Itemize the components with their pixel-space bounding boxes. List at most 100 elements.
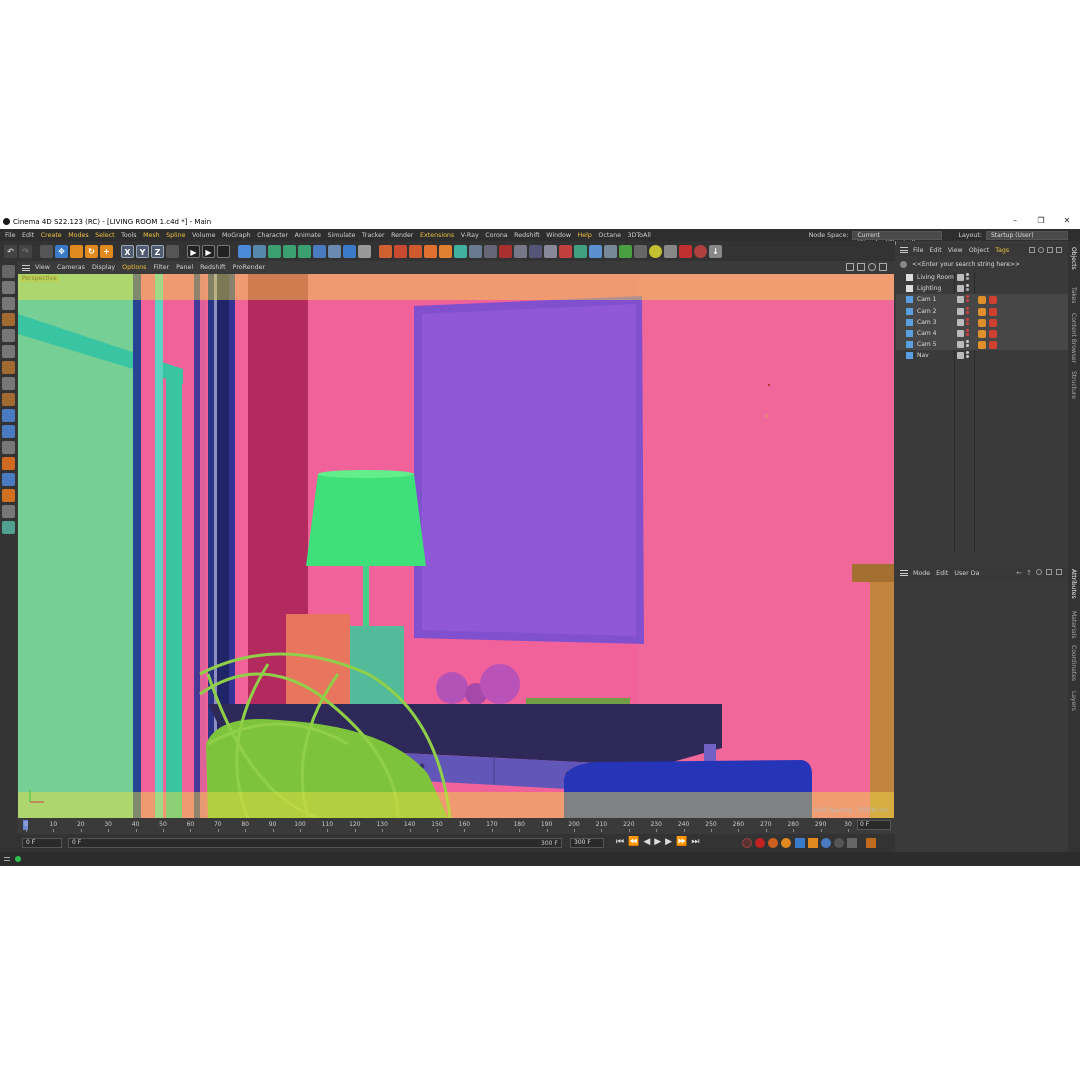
tab-content-browser[interactable]: Content Browser — [1070, 313, 1077, 363]
pen-spline-icon[interactable] — [253, 244, 266, 258]
visibility-toggle[interactable] — [957, 274, 964, 281]
object-row[interactable]: Nav — [896, 350, 1068, 361]
cube-icon[interactable] — [238, 244, 251, 258]
visibility-toggle[interactable] — [957, 341, 964, 349]
vray-camera-tag-icon[interactable] — [978, 341, 986, 350]
menu-modes[interactable]: Modes — [68, 232, 88, 239]
attr-menu-mode[interactable]: Mode — [913, 570, 930, 577]
menu-vray[interactable]: V-Ray — [461, 232, 479, 239]
vray-light-icon[interactable] — [409, 244, 422, 258]
back-arrow-icon[interactable]: ← — [1016, 569, 1022, 577]
om-menu-tags[interactable]: Tags — [995, 247, 1009, 254]
vray-camera-tag-icon[interactable] — [978, 318, 986, 327]
menu-mesh[interactable]: Mesh — [143, 232, 160, 239]
viewport-menu-cameras[interactable]: Cameras — [57, 264, 85, 271]
texture-mode-icon[interactable] — [2, 297, 15, 310]
tab-structure[interactable]: Structure — [1070, 371, 1077, 399]
octane-icon[interactable] — [454, 244, 467, 258]
key-scale-icon[interactable] — [808, 838, 818, 848]
render-dots[interactable] — [966, 273, 970, 282]
attr-lock-icon[interactable] — [1046, 569, 1052, 575]
3dtoall-icon[interactable] — [649, 244, 662, 258]
record-icon[interactable] — [694, 244, 707, 258]
layer-icon[interactable] — [2, 473, 15, 486]
menu-3dtoall[interactable]: 3DToAll — [628, 232, 651, 239]
rotate-tool-icon[interactable]: ↻ — [85, 244, 98, 258]
object-search-field[interactable]: <<Enter your search string here>> — [896, 260, 1068, 270]
vray-camera-tag-icon[interactable] — [978, 296, 986, 305]
om-menu-view[interactable]: View — [948, 247, 963, 254]
redshift-camera-tag-icon[interactable] — [989, 318, 997, 327]
cloner-icon[interactable] — [283, 244, 296, 258]
render-region-icon[interactable] — [514, 244, 527, 258]
scene-icon[interactable] — [664, 244, 677, 258]
attr-menu-edit[interactable]: Edit — [936, 570, 948, 577]
viewport-menu-filter[interactable]: Filter — [153, 264, 169, 271]
end-frame-field[interactable]: 300 F — [570, 838, 604, 848]
tab-attributes[interactable]: Attributes — [1070, 569, 1077, 599]
uv-mode-icon[interactable] — [2, 377, 15, 390]
redshift-camera-tag-icon[interactable] — [989, 329, 997, 338]
menu-edit[interactable]: Edit — [22, 232, 34, 239]
menu-corona[interactable]: Corona — [485, 232, 507, 239]
om-filter-icon[interactable] — [1038, 247, 1044, 253]
menu-tools[interactable]: Tools — [121, 232, 137, 239]
om-menu-object[interactable]: Object — [969, 247, 990, 254]
vray-icon[interactable] — [379, 244, 392, 258]
viewport-rotate-icon[interactable] — [868, 263, 876, 271]
redshift-camera-tag-icon[interactable] — [989, 307, 997, 316]
sky-icon[interactable] — [619, 244, 632, 258]
solo-icon[interactable] — [2, 441, 15, 454]
undo-icon[interactable]: ↶ — [4, 244, 17, 258]
menu-volume[interactable]: Volume — [192, 232, 215, 239]
om-search-icon[interactable] — [1029, 247, 1035, 253]
visibility-toggle[interactable] — [957, 318, 964, 326]
viewport-menu-redshift[interactable]: Redshift — [200, 264, 226, 271]
make-editable-icon[interactable] — [2, 265, 15, 278]
redshift-material-icon[interactable] — [574, 244, 587, 258]
om-new-window-icon[interactable] — [1056, 247, 1062, 253]
om-menu-edit[interactable]: Edit — [930, 247, 942, 254]
object-row[interactable]: Cam 3 — [896, 316, 1068, 328]
paint-icon[interactable] — [2, 521, 15, 534]
texture-icon[interactable] — [529, 244, 542, 258]
attr-new-window-icon[interactable] — [1056, 569, 1062, 575]
om-lock-icon[interactable] — [1047, 247, 1053, 253]
field-icon[interactable] — [313, 244, 326, 258]
viewport-menu-view[interactable]: View — [35, 264, 50, 271]
3d-viewport[interactable]: Perspective Grid Spacing : 10000 cm — [18, 274, 894, 818]
timeline-ruler[interactable]: 0 F 0 10 20 30 40 50 60 70 80 90 100 110 120 130 140 15… — [18, 818, 895, 832]
tab-objects[interactable]: Objects — [1070, 247, 1077, 270]
previous-frame-icon[interactable]: ◀ — [643, 837, 650, 847]
object-row[interactable]: Cam 1 — [896, 294, 1068, 306]
render-dots[interactable] — [966, 284, 970, 293]
sculpt-icon[interactable] — [2, 489, 15, 502]
viewport-maximize-icon[interactable] — [879, 263, 887, 271]
environment-icon[interactable] — [604, 244, 617, 258]
snap-icon[interactable] — [2, 425, 15, 438]
menu-tracker[interactable]: Tracker — [362, 232, 385, 239]
attr-menu-user-data[interactable]: User Da — [954, 570, 979, 577]
preview-range-slider[interactable]: 0 F — [68, 838, 562, 848]
move-tool-icon[interactable]: ✥ — [55, 244, 68, 258]
material-icon[interactable] — [469, 244, 482, 258]
previous-key-icon[interactable]: ⏪ — [628, 837, 639, 847]
autokey-off-icon[interactable] — [742, 838, 752, 848]
object-row[interactable]: Cam 2 — [896, 305, 1068, 317]
go-to-end-icon[interactable]: ⏭ — [691, 837, 699, 847]
points-mode-icon[interactable] — [2, 329, 15, 342]
status-menu-icon[interactable] — [4, 857, 10, 861]
menu-octane[interactable]: Octane — [598, 232, 621, 239]
key-position-icon[interactable] — [795, 838, 805, 848]
attribute-menu-icon[interactable] — [900, 570, 908, 576]
menu-extensions[interactable]: Extensions — [420, 232, 454, 239]
viewport-menu-options[interactable]: Options — [122, 264, 146, 271]
render-settings-icon[interactable] — [217, 244, 230, 258]
light-icon[interactable] — [358, 244, 371, 258]
redshift-icon[interactable] — [499, 244, 512, 258]
camera-icon[interactable] — [343, 244, 356, 258]
timeline-window-icon[interactable] — [866, 838, 876, 848]
viewport-move-icon[interactable] — [846, 263, 854, 271]
visibility-toggle[interactable] — [957, 285, 964, 293]
bodypaint-icon[interactable] — [2, 505, 15, 518]
